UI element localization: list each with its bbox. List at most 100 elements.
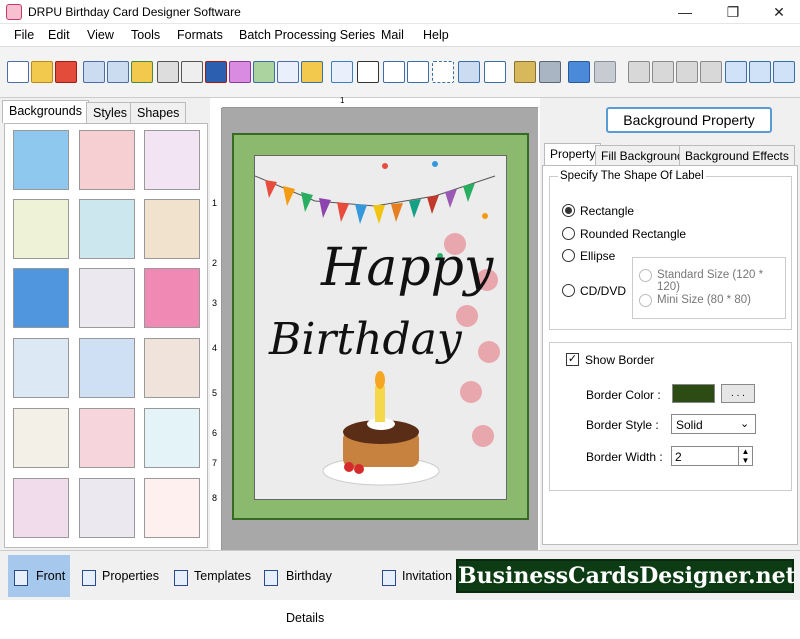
border-group: ✓ Show Border Border Color : . . . Borde…: [549, 342, 792, 491]
close-icon[interactable]: [55, 61, 77, 83]
cd-size-group: Standard Size (120 * 120) Mini Size (80 …: [632, 257, 786, 319]
border-style-select[interactable]: Solid ⌄: [671, 414, 756, 434]
menu-tools[interactable]: Tools: [131, 28, 160, 42]
minimize-button[interactable]: —: [662, 0, 708, 24]
brand-banner: BusinessCardsDesigner.net: [456, 559, 796, 593]
background-thumbnail[interactable]: [13, 130, 69, 190]
background-thumbnail[interactable]: [79, 130, 135, 190]
shape-label-ellipse[interactable]: Ellipse: [580, 249, 615, 263]
card-design-area[interactable]: Happy Birthday: [254, 155, 507, 500]
tab-templates[interactable]: Templates: [172, 555, 254, 597]
card-text-happy[interactable]: Happy: [321, 238, 493, 298]
line-icon[interactable]: [484, 61, 506, 83]
redo-icon[interactable]: [594, 61, 616, 83]
save-as-icon[interactable]: [107, 61, 129, 83]
maximize-button[interactable]: ❐: [710, 0, 756, 24]
tab-front[interactable]: Front: [8, 555, 70, 597]
background-thumbnail[interactable]: [13, 268, 69, 328]
menu-mail[interactable]: Mail: [381, 28, 404, 42]
border-width-field[interactable]: 2 ▲ ▼: [671, 446, 753, 466]
menu-help[interactable]: Help: [423, 28, 449, 42]
tab-styles[interactable]: Styles: [86, 102, 135, 123]
database-icon[interactable]: [514, 61, 536, 83]
undo-icon[interactable]: [568, 61, 590, 83]
email-icon[interactable]: [458, 61, 480, 83]
card-text-birthday[interactable]: Birthday: [269, 314, 462, 365]
barcode-icon[interactable]: [357, 61, 379, 83]
wordart-icon[interactable]: [331, 61, 353, 83]
save-icon[interactable]: [83, 61, 105, 83]
spinner-icon[interactable]: ▲ ▼: [738, 447, 752, 465]
background-thumbnail[interactable]: [144, 408, 200, 468]
print-preview-icon[interactable]: [181, 61, 203, 83]
shape-radio-rectangle[interactable]: [562, 204, 575, 217]
delete-icon[interactable]: [700, 61, 722, 83]
background-thumbnail[interactable]: [79, 478, 135, 538]
background-thumbnail[interactable]: [144, 478, 200, 538]
tab-shapes[interactable]: Shapes: [130, 102, 187, 123]
background-thumbnail[interactable]: [13, 199, 69, 259]
shape-radio-cd-dvd[interactable]: [562, 284, 575, 297]
picture-icon[interactable]: [253, 61, 275, 83]
close-window-button[interactable]: ✕: [756, 0, 800, 24]
text-icon[interactable]: [383, 61, 405, 83]
background-thumbnail[interactable]: [144, 130, 200, 190]
background-thumbnail[interactable]: [13, 478, 69, 538]
tab-backgrounds[interactable]: Backgrounds: [2, 100, 89, 123]
shape-label-rectangle[interactable]: Rectangle: [580, 204, 634, 218]
background-thumbnail[interactable]: [79, 408, 135, 468]
background-thumbnail[interactable]: [13, 338, 69, 398]
menu-file[interactable]: File: [14, 28, 34, 42]
shape-radio-rounded-rectangle[interactable]: [562, 227, 575, 240]
background-thumbnail[interactable]: [144, 268, 200, 328]
menu-batch-processing[interactable]: Batch Processing Series: [239, 28, 375, 42]
invitation-icon: [382, 570, 396, 586]
grid-icon[interactable]: [725, 61, 747, 83]
background-thumbnail[interactable]: [144, 338, 200, 398]
duplicate-icon[interactable]: [676, 61, 698, 83]
export-icon[interactable]: [131, 61, 153, 83]
tab-birthday-details[interactable]: Birthday Details: [262, 555, 372, 625]
shape-label-rounded-rectangle[interactable]: Rounded Rectangle: [580, 227, 686, 241]
left-panel: Backgrounds Styles Shapes: [0, 98, 210, 550]
shape-label-cd-dvd[interactable]: CD/DVD: [580, 284, 626, 298]
color-icon[interactable]: [205, 61, 227, 83]
background-thumbnail[interactable]: [79, 199, 135, 259]
property-tab-content: Specify The Shape Of Label Rectangle Rou…: [542, 165, 798, 545]
background-thumbnail[interactable]: [13, 408, 69, 468]
signature-icon[interactable]: [432, 61, 454, 83]
birthday-card[interactable]: Happy Birthday: [232, 133, 529, 520]
menu-formats[interactable]: Formats: [177, 28, 223, 42]
border-color-picker-button[interactable]: . . .: [721, 384, 755, 403]
paragraph-icon[interactable]: [407, 61, 429, 83]
background-thumbnail[interactable]: [79, 338, 135, 398]
show-border-label[interactable]: Show Border: [585, 353, 654, 367]
menu-view[interactable]: View: [87, 28, 114, 42]
database-settings-icon[interactable]: [539, 61, 561, 83]
image-icon[interactable]: [229, 61, 251, 83]
actual-size-icon[interactable]: [749, 61, 771, 83]
tab-invitation[interactable]: Invitation: [380, 555, 454, 597]
menu-edit[interactable]: Edit: [48, 28, 70, 42]
shape-icon[interactable]: [301, 61, 323, 83]
horizontal-ruler: 1: [222, 96, 538, 108]
paste-icon[interactable]: [652, 61, 674, 83]
tab-properties[interactable]: Properties: [78, 555, 162, 597]
birthday-details-icon: [264, 570, 278, 586]
new-icon[interactable]: [7, 61, 29, 83]
background-thumbnail[interactable]: [79, 268, 135, 328]
show-border-checkbox[interactable]: ✓: [566, 353, 579, 366]
background-thumbnail[interactable]: [144, 199, 200, 259]
copy-icon[interactable]: [628, 61, 650, 83]
tab-background-effects[interactable]: Background Effects: [679, 145, 795, 166]
tab-property[interactable]: Property: [544, 143, 602, 166]
print-icon[interactable]: [157, 61, 179, 83]
cd-size-mini-label: Mini Size (80 * 80): [657, 294, 751, 306]
fit-window-icon[interactable]: [773, 61, 795, 83]
border-color-swatch[interactable]: [672, 384, 715, 403]
open-icon[interactable]: [31, 61, 53, 83]
background-property-button[interactable]: Background Property: [606, 107, 772, 133]
tab-fill-background[interactable]: Fill Background: [595, 145, 690, 166]
pen-icon[interactable]: [277, 61, 299, 83]
shape-radio-ellipse[interactable]: [562, 249, 575, 262]
